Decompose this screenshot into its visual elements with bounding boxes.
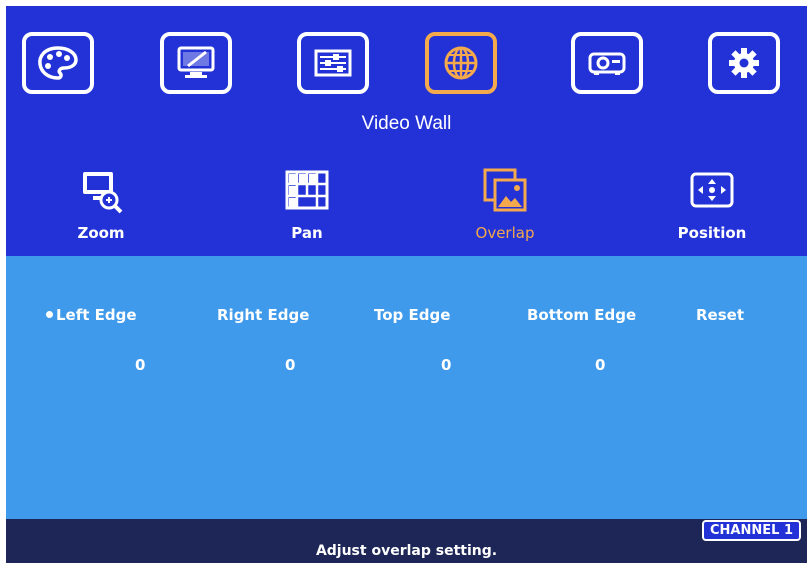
projector-icon bbox=[588, 52, 626, 75]
bottom-edge-label: Bottom Edge bbox=[527, 306, 637, 324]
menu-title: Video Wall bbox=[361, 113, 452, 134]
main-menu-output[interactable] bbox=[571, 32, 643, 94]
main-menu-adjust[interactable] bbox=[297, 32, 369, 94]
bottom-edge-option[interactable]: Bottom Edge bbox=[527, 306, 636, 324]
right-edge-label: Right Edge bbox=[217, 306, 310, 324]
palette-icon bbox=[38, 46, 78, 80]
submenu-zoom-label: Zoom bbox=[77, 224, 125, 242]
overlap-settings-panel: Left Edge Right Edge Top Edge Bottom Edg… bbox=[6, 256, 807, 519]
position-icon bbox=[688, 166, 736, 214]
submenu-overlap-label: Overlap bbox=[475, 224, 535, 242]
left-edge-value[interactable]: 0 bbox=[135, 356, 145, 374]
top-edge-value[interactable]: 0 bbox=[441, 356, 451, 374]
submenu-position-label: Position bbox=[677, 224, 747, 242]
right-edge-value[interactable]: 0 bbox=[285, 356, 295, 374]
sliders-icon bbox=[314, 49, 352, 77]
left-edge-option[interactable]: Left Edge bbox=[46, 306, 137, 324]
osd-screen: Video Wall Zoom Pan Overlap Position Lef… bbox=[6, 6, 807, 563]
gear-icon bbox=[729, 48, 759, 78]
main-menu-palette[interactable] bbox=[22, 32, 94, 94]
main-menu-video-wall[interactable] bbox=[425, 32, 497, 94]
submenu-zoom[interactable]: Zoom bbox=[36, 166, 166, 242]
submenu-position[interactable]: Position bbox=[647, 166, 777, 242]
zoom-icon bbox=[77, 166, 125, 214]
channel-badge: CHANNEL 1 bbox=[702, 520, 801, 541]
right-edge-option[interactable]: Right Edge bbox=[217, 306, 309, 324]
status-bar: CHANNEL 1 Adjust overlap setting. bbox=[6, 519, 807, 563]
top-menu-panel: Video Wall Zoom Pan Overlap Position bbox=[6, 6, 807, 256]
selected-bullet-icon bbox=[46, 311, 53, 318]
submenu-pan[interactable]: Pan bbox=[242, 166, 372, 242]
main-menu-display[interactable] bbox=[160, 32, 232, 94]
reset-option[interactable]: Reset bbox=[696, 306, 744, 324]
monitor-edit-icon bbox=[177, 46, 215, 78]
submenu-pan-label: Pan bbox=[291, 224, 323, 242]
top-edge-option[interactable]: Top Edge bbox=[374, 306, 450, 324]
globe-icon bbox=[444, 46, 478, 80]
bottom-edge-value[interactable]: 0 bbox=[595, 356, 605, 374]
main-menu-settings[interactable] bbox=[708, 32, 780, 94]
left-edge-label: Left Edge bbox=[56, 306, 137, 324]
top-edge-label: Top Edge bbox=[374, 306, 451, 324]
status-hint: Adjust overlap setting. bbox=[315, 543, 498, 559]
reset-label: Reset bbox=[696, 306, 744, 324]
submenu-overlap[interactable]: Overlap bbox=[440, 166, 570, 242]
overlap-icon bbox=[481, 166, 529, 214]
grid-icon bbox=[283, 166, 331, 214]
